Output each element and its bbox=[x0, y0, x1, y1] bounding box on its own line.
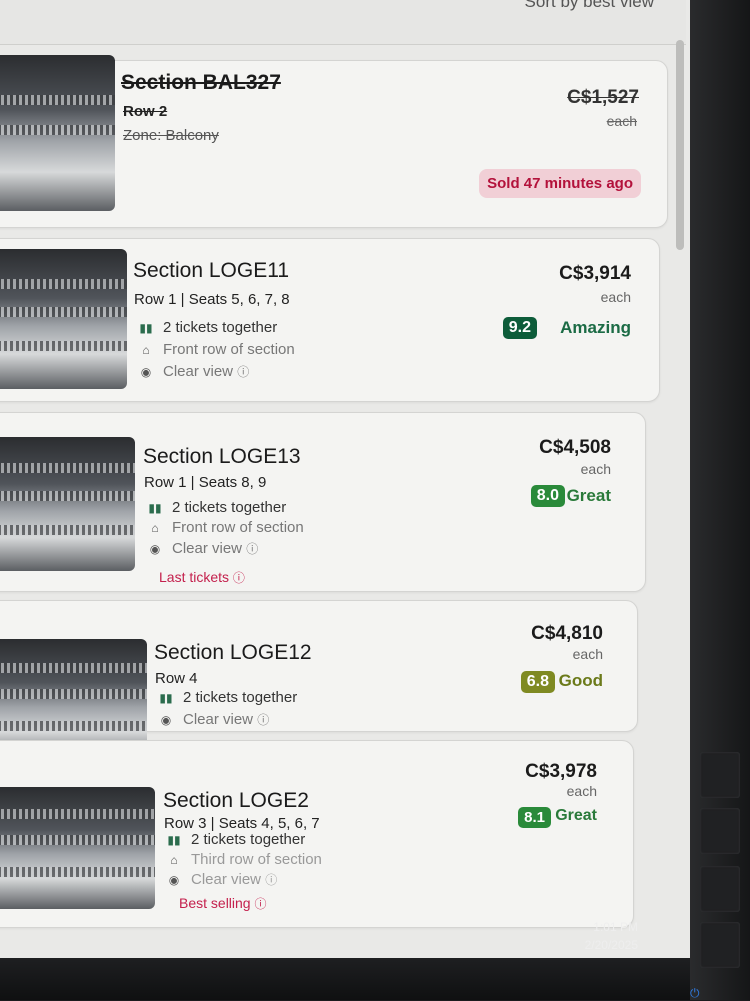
eye-icon: ◉ bbox=[160, 713, 172, 727]
feature-tickets-together: ▮▮ 2 tickets together bbox=[137, 319, 277, 336]
tickets-icon: ▮▮ bbox=[159, 691, 173, 705]
listing-card-loge2[interactable]: Section LOGE2 Row 3 | Seats 4, 5, 6, 7 ▮… bbox=[0, 740, 634, 928]
section-title: Section LOGE11 bbox=[133, 259, 290, 282]
zone-info: Zone: Balcony bbox=[123, 127, 219, 144]
tickets-icon: ▮▮ bbox=[167, 833, 181, 847]
view-rating-label: Great bbox=[566, 486, 611, 505]
tickets-icon: ▮▮ bbox=[148, 501, 162, 515]
tickets-icon: ▮▮ bbox=[139, 321, 153, 335]
price: C$3,914 bbox=[559, 263, 631, 284]
row-info: Row 2 bbox=[123, 103, 168, 120]
monitor-button[interactable] bbox=[700, 808, 740, 854]
feature-tickets-together: ▮▮ 2 tickets together bbox=[165, 831, 305, 848]
price-each-label: each bbox=[600, 289, 631, 305]
view-score-badge: 8.0 bbox=[530, 485, 565, 507]
view-rating-label: Amazing bbox=[560, 318, 631, 337]
section-title: Section LOGE12 bbox=[154, 641, 312, 664]
info-icon[interactable]: ⓘ bbox=[246, 542, 258, 556]
monitor-button[interactable] bbox=[700, 866, 740, 912]
listing-card-bal327[interactable]: Section BAL327 Row 2 Zone: Balcony C$1,5… bbox=[0, 55, 668, 228]
feature-view: ◉ Clear view ⓘ bbox=[157, 711, 269, 728]
monitor-button[interactable] bbox=[700, 922, 740, 968]
clock-time: 1:01 PM bbox=[593, 920, 638, 934]
feature-view: ◉ Clear view ⓘ bbox=[137, 363, 249, 380]
price-each-label: each bbox=[580, 461, 611, 477]
row-info: Row 3 | Seats 4, 5, 6, 7 bbox=[164, 815, 320, 832]
listing-card-loge12[interactable]: Section LOGE12 Row 4 ▮▮ 2 tickets togethe… bbox=[0, 600, 638, 763]
view-score-badge: 9.2 bbox=[502, 317, 537, 339]
section-title: Section LOGE2 bbox=[163, 789, 309, 812]
seat-view-thumbnail bbox=[0, 437, 135, 571]
info-icon[interactable]: ⓘ bbox=[237, 365, 249, 379]
best-selling-tag: Best selling ⓘ bbox=[179, 895, 267, 911]
listing-card-loge11[interactable]: Section LOGE11 Row 1 | Seats 5, 6, 7, 8 … bbox=[0, 238, 660, 402]
view-score-badge: 8.1 bbox=[518, 807, 551, 828]
view-score-badge: 6.8 bbox=[520, 671, 555, 693]
info-icon[interactable]: ⓘ bbox=[254, 897, 266, 911]
monitor-bezel-bottom bbox=[0, 958, 690, 1000]
price: C$3,978 bbox=[525, 761, 597, 782]
seat-icon: ⌂ bbox=[151, 521, 159, 535]
seat-view-thumbnail bbox=[0, 787, 155, 909]
price: C$4,508 bbox=[539, 437, 611, 458]
info-icon[interactable]: ⓘ bbox=[257, 713, 269, 727]
row-info: Row 1 | Seats 5, 6, 7, 8 bbox=[134, 291, 290, 308]
price-each-label: each bbox=[566, 783, 597, 799]
power-icon[interactable]: ⏻ bbox=[690, 986, 700, 1001]
feature-row-position: ⌂ Front row of section bbox=[137, 341, 294, 358]
price-each-label: each bbox=[606, 113, 637, 129]
taskbar-clock[interactable]: 1:01 PM 2/20/2025 bbox=[585, 918, 638, 954]
price: C$4,810 bbox=[531, 623, 603, 644]
sort-by-best-view-link[interactable]: Sort by best view bbox=[525, 0, 654, 12]
results-header: Sort by best view bbox=[0, 0, 686, 45]
view-rating-label: Good bbox=[558, 671, 603, 690]
feature-tickets-together: ▮▮ 2 tickets together bbox=[146, 499, 286, 516]
eye-icon: ◉ bbox=[168, 873, 180, 887]
info-icon[interactable]: ⓘ bbox=[233, 571, 245, 585]
feature-row-position: ⌂ Third row of section bbox=[165, 851, 322, 868]
info-icon[interactable]: ⓘ bbox=[265, 873, 277, 887]
seat-icon: ⌂ bbox=[142, 343, 150, 357]
sold-status-badge: Sold 47 minutes ago bbox=[479, 169, 641, 198]
eye-icon: ◉ bbox=[149, 542, 161, 556]
price: C$1,527 bbox=[567, 87, 639, 108]
section-title: Section BAL327 bbox=[121, 71, 281, 94]
feature-view: ◉ Clear view ⓘ bbox=[165, 871, 277, 888]
feature-tickets-together: ▮▮ 2 tickets together bbox=[157, 689, 297, 706]
last-tickets-tag: Last tickets ⓘ bbox=[159, 569, 245, 585]
seat-view-thumbnail bbox=[0, 55, 115, 211]
price-each-label: each bbox=[572, 646, 603, 662]
browser-screen: Sort by best view Section BAL327 Row 2 Z… bbox=[0, 0, 690, 958]
section-title: Section LOGE13 bbox=[143, 445, 301, 468]
scrollbar[interactable] bbox=[676, 40, 684, 250]
feature-view: ◉ Clear view ⓘ bbox=[146, 540, 258, 557]
view-rating-label: Great bbox=[555, 807, 597, 824]
seat-view-thumbnail bbox=[0, 249, 127, 389]
seat-icon: ⌂ bbox=[170, 853, 178, 867]
eye-icon: ◉ bbox=[140, 365, 152, 379]
monitor-button[interactable] bbox=[700, 752, 740, 798]
listing-card-loge13[interactable]: Section LOGE13 Row 1 | Seats 8, 9 ▮▮ 2 ti… bbox=[0, 412, 646, 592]
clock-date: 2/20/2025 bbox=[584, 938, 638, 952]
feature-row-position: ⌂ Front row of section bbox=[146, 519, 303, 536]
row-info: Row 1 | Seats 8, 9 bbox=[144, 474, 267, 491]
row-info: Row 4 bbox=[155, 670, 198, 687]
